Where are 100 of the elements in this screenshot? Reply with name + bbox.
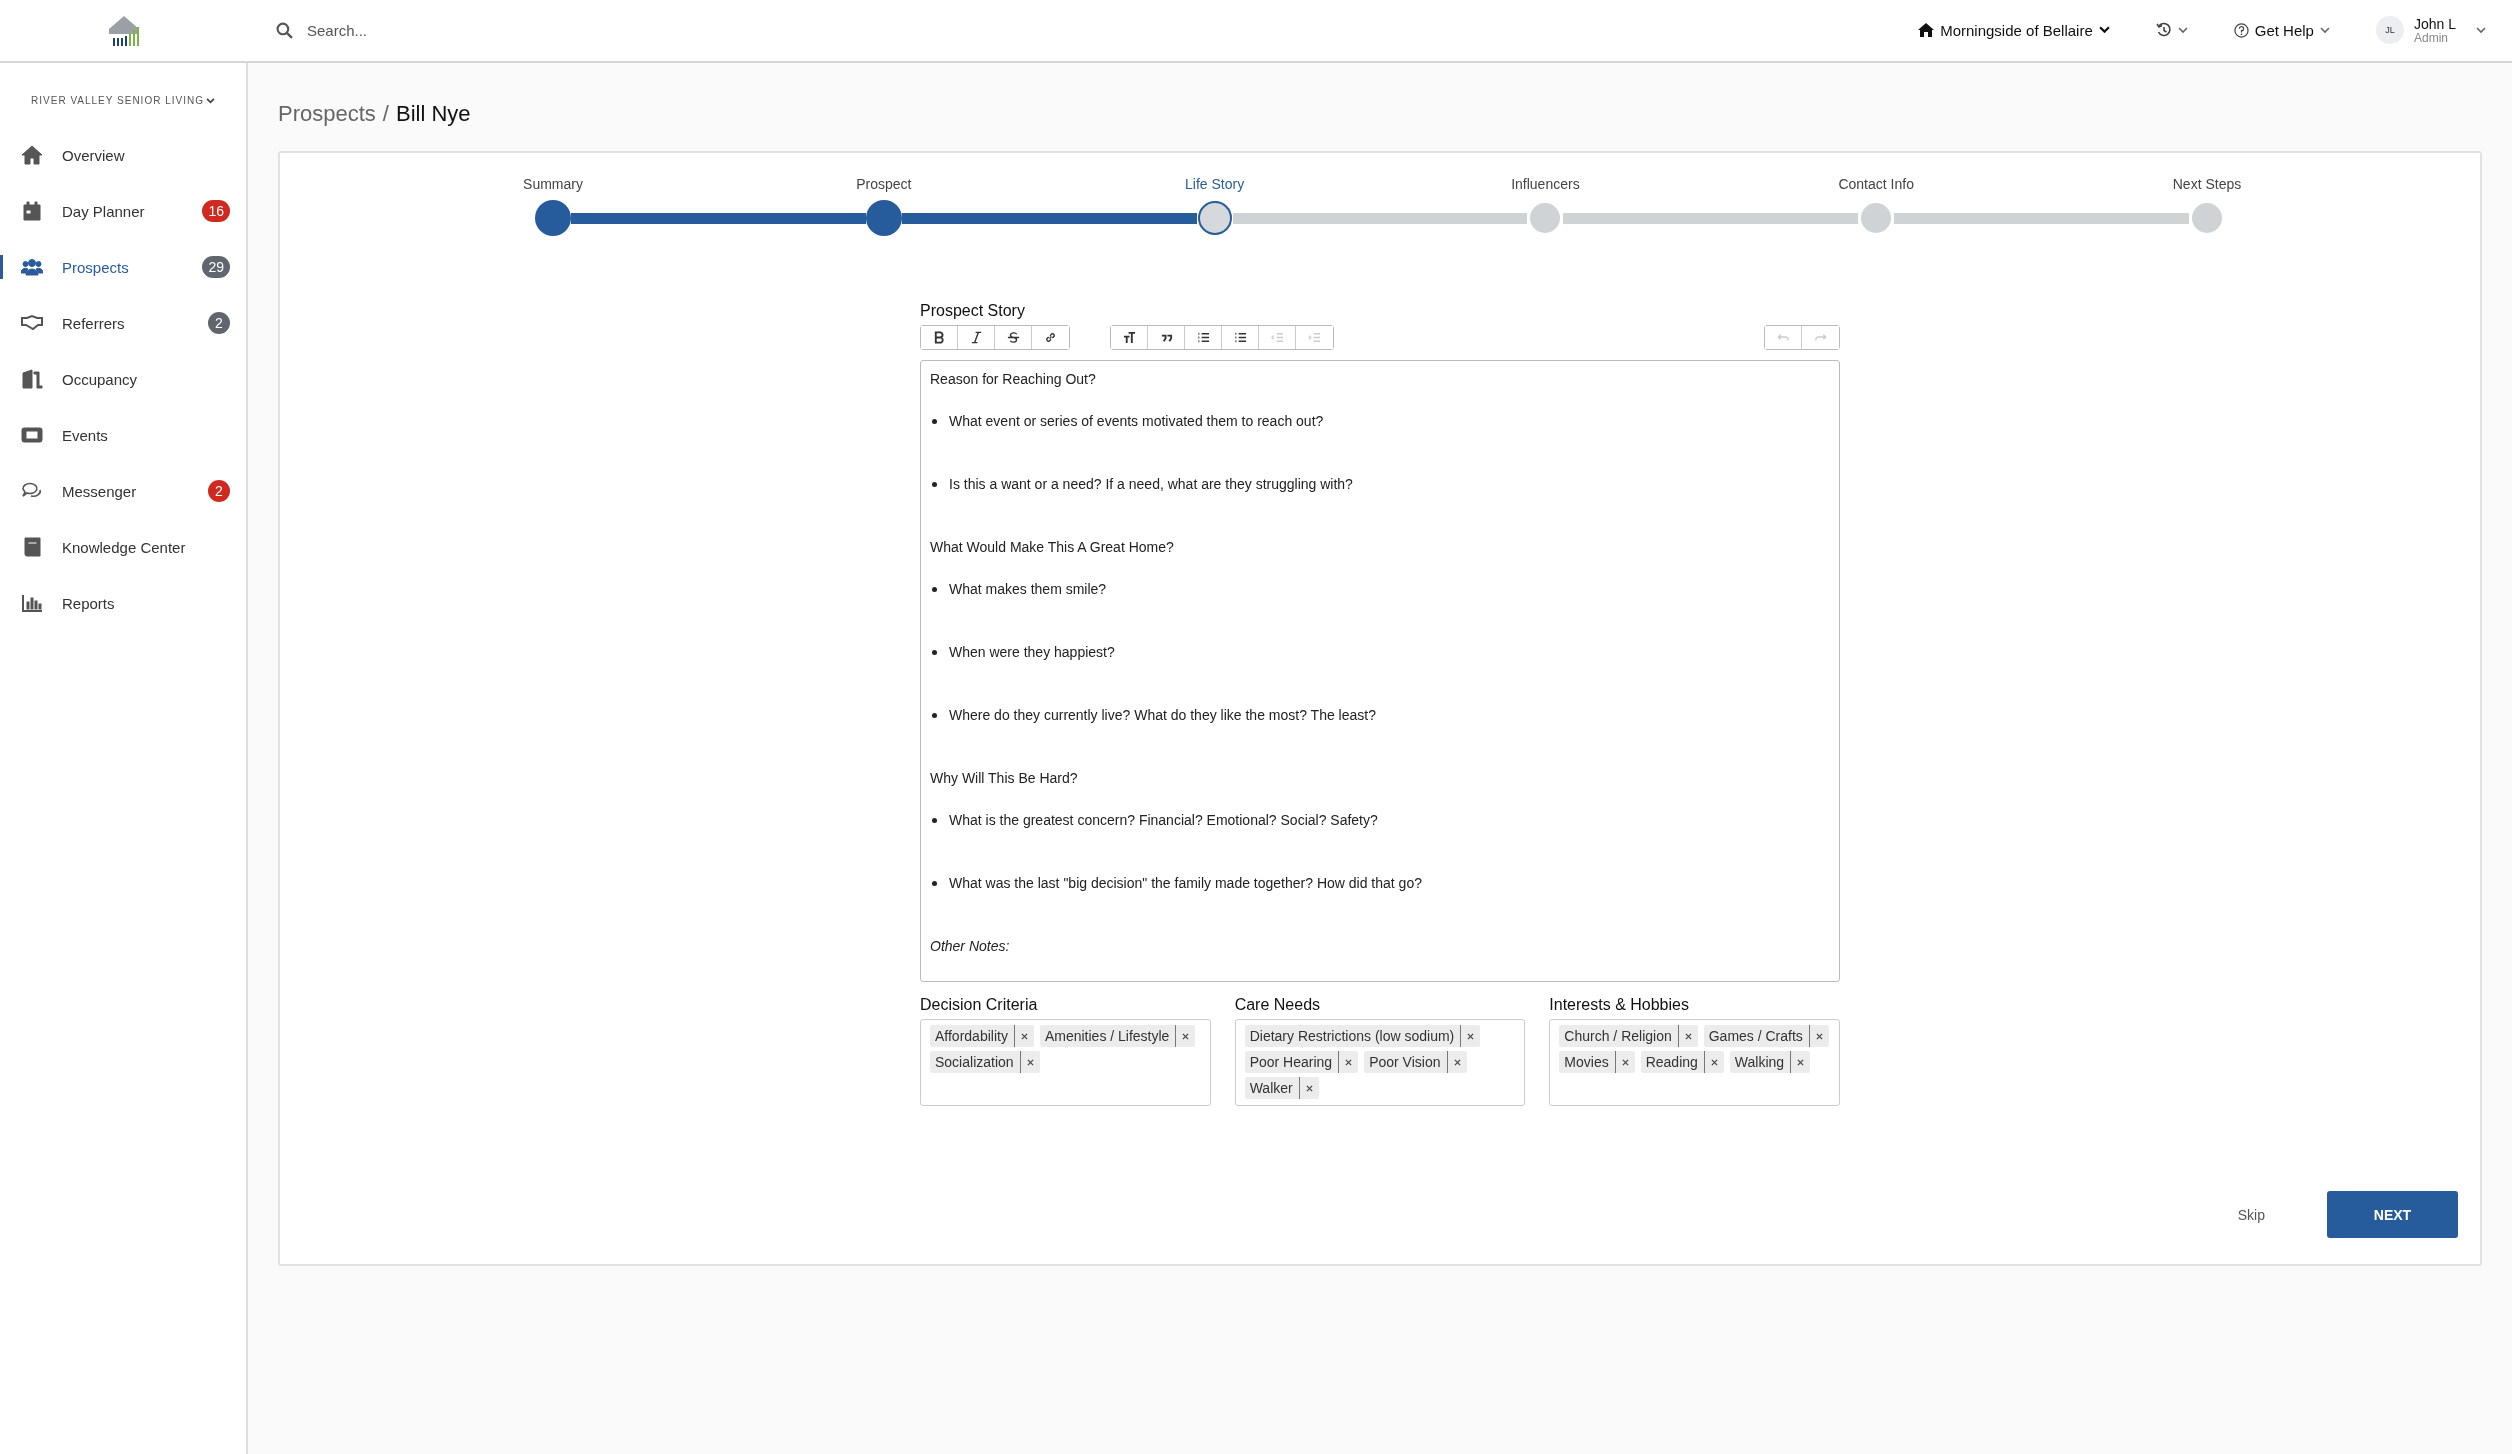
bullet-icon <box>932 587 937 592</box>
breadcrumb-link[interactable]: Prospects <box>278 101 376 127</box>
bullet-list-icon <box>1196 331 1210 344</box>
tag-input[interactable]: Church / Religion Games / Crafts Movies Reading Walking <box>1549 1019 1840 1106</box>
tag-label: Church / Religion <box>1559 1025 1679 1047</box>
sidebar-item[interactable]: Reports <box>0 575 246 631</box>
history-button[interactable] <box>2155 22 2188 39</box>
step-label[interactable]: Summary <box>523 175 583 192</box>
step-label[interactable]: Prospect <box>856 175 912 192</box>
home-icon <box>21 145 43 165</box>
community-selector[interactable]: Morningside of Bellaire <box>1918 22 2110 39</box>
step-marker[interactable] <box>865 200 902 236</box>
remove-icon[interactable] <box>1815 1032 1823 1040</box>
step-marker[interactable] <box>1530 203 1561 233</box>
remove-icon[interactable] <box>1026 1058 1034 1066</box>
sidebar-item[interactable]: Messenger 2 <box>0 463 246 519</box>
tag-label: Games / Crafts <box>1703 1025 1810 1047</box>
avatar[interactable]: JL <box>2375 16 2404 45</box>
bullet-item: What was the last "big decision" the family made together? How did that go? <box>949 874 1422 893</box>
sidebar-item[interactable]: Overview <box>0 127 246 183</box>
count-badge: 16 <box>202 200 230 222</box>
outdent-icon <box>1270 331 1284 344</box>
tag-input[interactable]: Affordability Amenities / Lifestyle Socialization <box>920 1019 1211 1106</box>
next-button[interactable]: NEXT <box>2327 1191 2458 1238</box>
editor-paragraph: Reason for Reaching Out? <box>930 370 1097 389</box>
door-icon <box>21 369 43 389</box>
home-icon <box>1918 23 1935 38</box>
toolbar-button[interactable] <box>1111 326 1148 349</box>
italic-icon <box>969 331 983 344</box>
tag-label: Socialization <box>930 1051 1021 1073</box>
count-badge: 2 <box>208 312 230 334</box>
chevron-down-icon <box>205 97 215 104</box>
step-label[interactable]: Influencers <box>1511 175 1580 192</box>
bullet-icon <box>932 881 937 886</box>
remove-icon[interactable] <box>1684 1032 1692 1040</box>
remove-icon[interactable] <box>1710 1058 1718 1066</box>
editor-paragraph: Why Will This Be Hard? <box>930 769 1079 788</box>
help-menu[interactable]: Get Help <box>2233 22 2330 39</box>
text-size-icon <box>1122 331 1136 344</box>
editor-paragraph: What Would Make This A Great Home? <box>930 538 1175 557</box>
skip-button[interactable]: Skip <box>2237 1206 2265 1223</box>
step-marker[interactable] <box>1197 201 1232 235</box>
tag-label: Poor Hearing <box>1244 1051 1340 1073</box>
tag-label: Reading <box>1640 1051 1705 1073</box>
toolbar-button[interactable] <box>921 326 958 349</box>
breadcrumb-separator: / <box>382 101 389 127</box>
sidebar-item[interactable]: Day Planner 16 <box>0 183 246 239</box>
chevron-down-icon <box>2098 26 2110 35</box>
help-icon <box>2233 23 2249 38</box>
bullet-item: Where do they currently live? What do they like the most? The least? <box>949 706 1376 725</box>
bullet-icon <box>932 482 937 487</box>
organization-selector[interactable]: RIVER VALLEY SENIOR LIVING <box>0 95 246 106</box>
bullet-icon <box>932 713 937 718</box>
bullet-item: What is the greatest concern? Financial? Emotional? Social? Safety? <box>949 811 1378 830</box>
sidebar-item[interactable]: Knowledge Center <box>0 519 246 575</box>
search-icon <box>276 22 293 39</box>
step-marker[interactable] <box>535 200 571 236</box>
remove-icon[interactable] <box>1020 1032 1028 1040</box>
bar-chart-icon <box>21 593 43 613</box>
remove-icon[interactable] <box>1305 1084 1313 1092</box>
sidebar-item[interactable]: Occupancy <box>0 351 246 407</box>
tag-label: Amenities / Lifestyle <box>1039 1025 1177 1047</box>
count-badge: 29 <box>202 256 230 278</box>
page-title: Bill Nye <box>395 101 471 127</box>
tag-label: Affordability <box>930 1025 1015 1047</box>
chevron-down-icon <box>2319 27 2330 34</box>
count-badge: 2 <box>208 480 230 502</box>
field-label: Interests & Hobbies <box>1549 996 1690 1014</box>
step-label[interactable]: Contact Info <box>1838 175 1914 192</box>
bold-icon <box>932 331 946 344</box>
sidebar-item[interactable]: Referrers 2 <box>0 295 246 351</box>
book-icon <box>21 537 43 557</box>
remove-icon[interactable] <box>1797 1058 1805 1066</box>
tag-input[interactable]: Dietary Restrictions (low sodium) Poor Hearing Poor Vision Walker <box>1234 1019 1526 1106</box>
tag-label: Poor Vision <box>1364 1051 1448 1073</box>
tag-label: Dietary Restrictions (low sodium) <box>1244 1025 1462 1047</box>
bullet-icon <box>932 818 937 823</box>
step-label[interactable]: Next Steps <box>2172 175 2242 192</box>
chevron-down-icon[interactable] <box>2476 27 2486 34</box>
remove-icon[interactable] <box>1345 1058 1353 1066</box>
bullet-item: Is this a want or a need? If a need, what are they struggling with? <box>949 475 1353 494</box>
indent-icon <box>1308 331 1321 344</box>
sidebar-item[interactable]: Events <box>0 407 246 463</box>
strikethrough-icon <box>1006 331 1020 344</box>
user-name: John L <box>2413 15 2456 32</box>
bullet-item: When were they happiest? <box>949 643 1115 662</box>
remove-icon[interactable] <box>1467 1032 1475 1040</box>
remove-icon[interactable] <box>1182 1032 1190 1040</box>
step-label[interactable]: Life Story <box>1185 175 1245 192</box>
remove-icon[interactable] <box>1621 1058 1629 1066</box>
step-marker[interactable] <box>2192 203 2222 233</box>
field-label: Prospect Story <box>920 302 1026 320</box>
remove-icon[interactable] <box>1453 1058 1461 1066</box>
sidebar-item[interactable]: Prospects 29 <box>0 239 246 295</box>
house-logo-icon <box>107 13 141 48</box>
editor-paragraph: Other Notes: <box>930 937 1011 956</box>
search-field[interactable]: Search... <box>305 21 609 40</box>
bullet-icon <box>932 650 937 655</box>
tag-label: Movies <box>1559 1051 1616 1073</box>
step-marker[interactable] <box>1861 203 1892 233</box>
